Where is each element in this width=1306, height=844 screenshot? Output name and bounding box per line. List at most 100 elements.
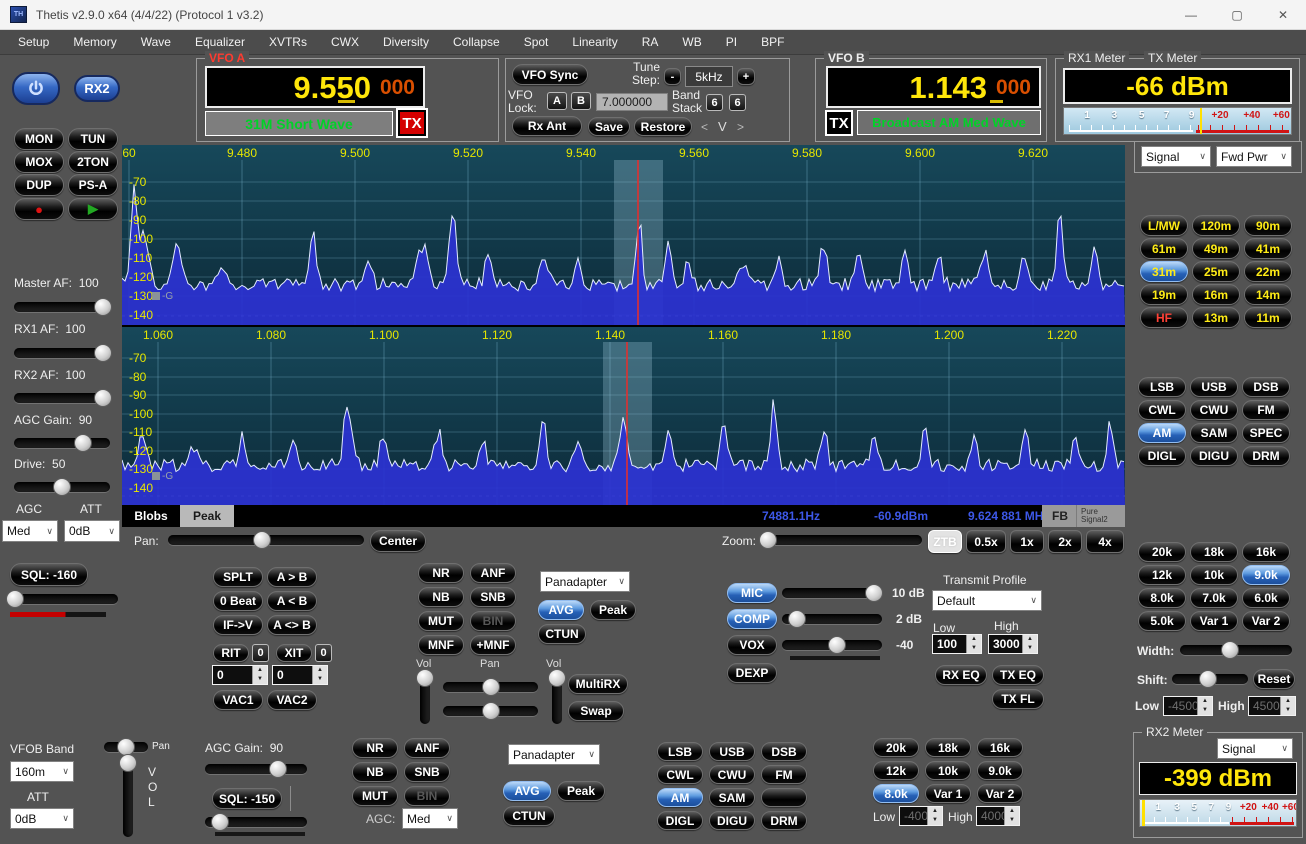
shift-slider[interactable] [1172,670,1248,688]
rx2-mode-cwl-button[interactable]: CWL [657,765,703,784]
rx2-snb-button[interactable]: SNB [404,762,450,782]
mode-am-button[interactable]: AM [1138,423,1186,443]
band-41m-button[interactable]: 41m [1244,238,1292,259]
vol2-slider[interactable] [548,672,566,724]
rx2-agc-gain-slider[interactable] [205,760,307,778]
sql-button[interactable]: SQL: -160 [10,563,88,586]
frequency-entry-field[interactable]: 7.000000 [596,93,668,111]
band-hf-button[interactable]: HF [1140,307,1188,328]
tx-fl-button[interactable]: TX FL [992,689,1044,709]
rx2-pan-mini-slider[interactable] [104,738,148,756]
ps-a-button[interactable]: PS-A [68,174,118,196]
mode-usb-button[interactable]: USB [1190,377,1238,397]
rx2-low-spinner[interactable]: -4000▲▼ [899,806,943,826]
band-90m-button[interactable]: 90m [1244,215,1292,236]
dup-button[interactable]: DUP [14,174,64,196]
filter-12k-button[interactable]: 12k [1138,565,1186,585]
rx2-agc-select[interactable]: Med∨ [402,808,458,829]
vox-button[interactable]: VOX [727,635,777,655]
mut-button[interactable]: MUT [418,611,464,631]
rit-spinner[interactable]: 0▲▼ [212,665,268,685]
rx1-meter-select[interactable]: Signal∨ [1141,146,1211,167]
rx2-sql-slider[interactable] [205,813,307,831]
mnf-button[interactable]: MNF [418,635,464,655]
drive-slider[interactable] [14,478,110,496]
rit-zero-button[interactable]: 0 [252,644,269,662]
rx2-filter-20k-button[interactable]: 20k [873,738,919,757]
menu-spot[interactable]: Spot [512,31,561,53]
shift-reset-button[interactable]: Reset [1253,669,1295,689]
rx2-vol-slider[interactable] [119,757,137,837]
menu-wb[interactable]: WB [670,31,713,53]
zoom-2x-button[interactable]: 2x [1048,530,1082,553]
vac1-button[interactable]: VAC1 [213,690,263,710]
vfo-b-display[interactable]: 1.143 000 [826,66,1041,108]
rit-button[interactable]: RIT [213,644,249,662]
tune-step-plus-button[interactable]: + [737,68,755,85]
mic-button[interactable]: MIC [727,583,777,603]
filter-20k-button[interactable]: 20k [1138,542,1186,562]
filter-6k-button[interactable]: 6.0k [1242,588,1290,608]
rx2-mode-lsb-button[interactable]: LSB [657,742,703,761]
filter-var2-button[interactable]: Var 2 [1242,611,1290,631]
rx2-mode-dsb-button[interactable]: DSB [761,742,807,761]
rx2-nb-button[interactable]: NB [352,762,398,782]
avg-button[interactable]: AVG [538,600,584,620]
vfo-sync-button[interactable]: VFO Sync [512,64,588,85]
mode-digl-button[interactable]: DIGL [1138,446,1186,466]
xit-zero-button[interactable]: 0 [315,644,332,662]
rx2-filter-8k-button[interactable]: 8.0k [873,784,919,803]
band-22m-button[interactable]: 22m [1244,261,1292,282]
rx1-panadapter[interactable]: 60 9.480 9.500 9.520 9.540 9.560 9.580 9… [122,145,1125,325]
band-14m-button[interactable]: 14m [1244,284,1292,305]
menu-collapse[interactable]: Collapse [441,31,512,53]
menu-memory[interactable]: Memory [61,31,128,53]
rx2-mode-cwu-button[interactable]: CWU [709,765,755,784]
mode-digu-button[interactable]: DIGU [1190,446,1238,466]
tx-high-spinner[interactable]: 3000▲▼ [988,634,1038,654]
mode-fm-button[interactable]: FM [1242,400,1290,420]
filter-18k-button[interactable]: 18k [1190,542,1238,562]
rx2-filter-var1-button[interactable]: Var 1 [925,784,971,803]
menu-equalizer[interactable]: Equalizer [183,31,257,53]
play-button[interactable]: ▶ [68,198,118,220]
tx-low-spinner[interactable]: 100▲▼ [932,634,982,654]
menu-cwx[interactable]: CWX [319,31,371,53]
tune-step-minus-button[interactable]: - [664,68,681,85]
rx2-mode-digl-button[interactable]: DIGL [657,811,703,830]
mode-cwl-button[interactable]: CWL [1138,400,1186,420]
puresignal2-button[interactable]: PureSignal2 [1077,508,1108,524]
zoom-05x-button[interactable]: 0.5x [966,530,1006,553]
vfo-a-display[interactable]: 9.550 000 [205,66,425,108]
rx2-nr-button[interactable]: NR [352,738,398,758]
rx1-display-mode-select[interactable]: Panadapter∨ [540,571,630,592]
mon-button[interactable]: MON [14,128,64,150]
rx2-display-mode-select[interactable]: Panadapter∨ [508,744,600,765]
zero-beat-button[interactable]: 0 Beat [213,591,263,611]
rx2-mode-am-button[interactable]: AM [657,788,703,807]
vfo-lock-b-button[interactable]: B [571,92,591,110]
band-49m-button[interactable]: 49m [1192,238,1240,259]
rx2-button[interactable]: RX2 [74,75,120,102]
menu-pi[interactable]: PI [714,31,749,53]
vox-slider[interactable] [782,636,882,654]
vac2-button[interactable]: VAC2 [267,690,317,710]
a-swap-b-button[interactable]: A <> B [267,615,317,635]
two-tone-button[interactable]: 2TON [68,151,118,173]
menu-diversity[interactable]: Diversity [371,31,441,53]
filter-low-spinner[interactable]: -4500▲▼ [1163,696,1213,716]
mode-lsb-button[interactable]: LSB [1138,377,1186,397]
rx-ant-button[interactable]: Rx Ant [512,116,582,136]
menu-wave[interactable]: Wave [129,31,183,53]
snb-button[interactable]: SNB [470,587,516,607]
rx2-panadapter[interactable]: 1.060 1.080 1.100 1.120 1.140 1.160 1.18… [122,327,1125,505]
rx2-filter-10k-button[interactable]: 10k [925,761,971,780]
zoom-1x-button[interactable]: 1x [1010,530,1044,553]
split-button[interactable]: SPLT [213,567,263,587]
rx2-af-slider[interactable] [14,389,110,407]
fb-button[interactable]: FB [1042,505,1077,527]
xit-spinner[interactable]: 0▲▼ [272,665,328,685]
ctun-button[interactable]: CTUN [538,624,586,644]
agc-select[interactable]: Med∨ [2,520,58,542]
mode-dsb-button[interactable]: DSB [1242,377,1290,397]
